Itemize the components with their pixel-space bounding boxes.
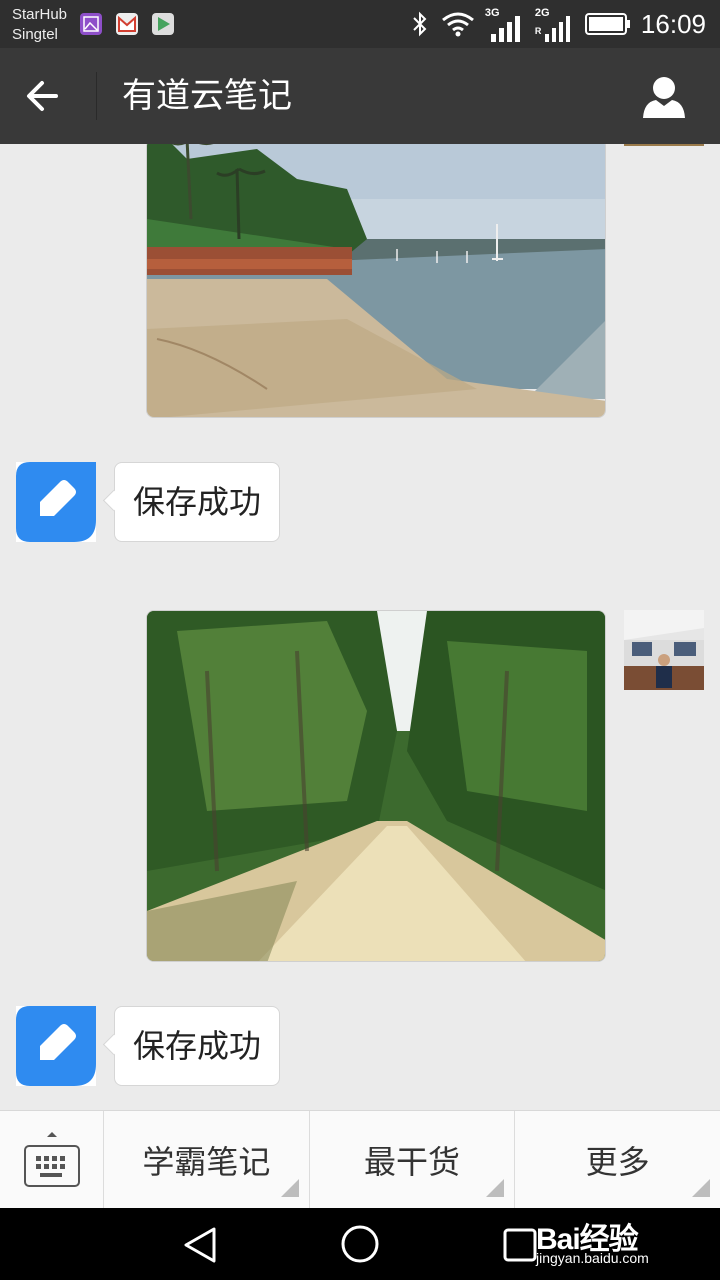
bot-avatar[interactable] [16, 1006, 96, 1086]
profile-button[interactable] [642, 76, 686, 118]
youdao-note-icon [16, 462, 96, 542]
signal-3g: 3G [485, 4, 525, 44]
signal-bars-icon [490, 16, 520, 42]
submenu-indicator-icon [486, 1179, 505, 1197]
back-button[interactable] [22, 76, 74, 116]
status-bar: StarHub Singtel 3G 2G R 16:09 [0, 0, 720, 48]
app-bar: 有道云笔记 [0, 48, 720, 144]
carrier-1: StarHub [12, 6, 68, 23]
message-text: 保存成功 [133, 1027, 262, 1065]
message-text: 保存成功 [133, 483, 262, 521]
menu-item-label: 学霸笔记 [142, 1143, 271, 1181]
gmail-notification-icon [116, 13, 138, 35]
keyboard-icon [24, 1132, 80, 1187]
signal-2g: 2G R [535, 4, 575, 44]
baidu-jingyan-watermark: Bai经验 jingyan.baidu.com [536, 1214, 706, 1272]
menu-item-best-content[interactable]: 最干货 [310, 1111, 516, 1209]
youdao-note-icon [16, 1006, 96, 1086]
self-avatar[interactable] [624, 144, 704, 146]
nav-home-icon[interactable] [340, 1224, 380, 1264]
menu-item-label: 更多 [585, 1143, 650, 1181]
carrier-2: Singtel [12, 26, 58, 43]
arrow-left-icon [27, 81, 58, 111]
signal-bars-icon [544, 16, 570, 42]
forest-path-photo[interactable] [146, 610, 606, 962]
message-bubble: 保存成功 [114, 1006, 281, 1086]
battery-icon [584, 13, 630, 35]
menu-item-more[interactable]: 更多 [515, 1111, 720, 1209]
person-icon [643, 77, 685, 118]
wifi-icon [441, 12, 474, 37]
submenu-indicator-icon [692, 1179, 711, 1197]
nav-recents-icon[interactable] [502, 1227, 538, 1263]
app-bar-divider [96, 72, 97, 120]
page-title: 有道云笔记 [122, 76, 292, 116]
submenu-indicator-icon [280, 1179, 299, 1197]
menu-item-xueba-notes[interactable]: 学霸笔记 [104, 1111, 310, 1209]
carrier-labels: StarHub Singtel [12, 5, 67, 45]
nav-back-icon[interactable] [182, 1226, 218, 1264]
self-avatar[interactable] [624, 610, 704, 690]
keyboard-toggle-button[interactable] [0, 1111, 104, 1209]
watermark-url: jingyan.baidu.com [536, 1250, 649, 1266]
bot-avatar[interactable] [16, 462, 96, 542]
chat-area[interactable]: 保存成功 保存成功 [0, 144, 720, 1110]
menu-item-label: 最干货 [364, 1143, 461, 1181]
message-bubble: 保存成功 [114, 462, 281, 542]
bottom-menu: 学霸笔记 最干货 更多 [0, 1110, 720, 1209]
play-store-notification-icon [152, 13, 174, 35]
gallery-notification-icon [80, 13, 102, 35]
beach-photo[interactable] [146, 144, 606, 418]
bluetooth-icon [413, 11, 427, 37]
clock: 16:09 [640, 8, 706, 39]
